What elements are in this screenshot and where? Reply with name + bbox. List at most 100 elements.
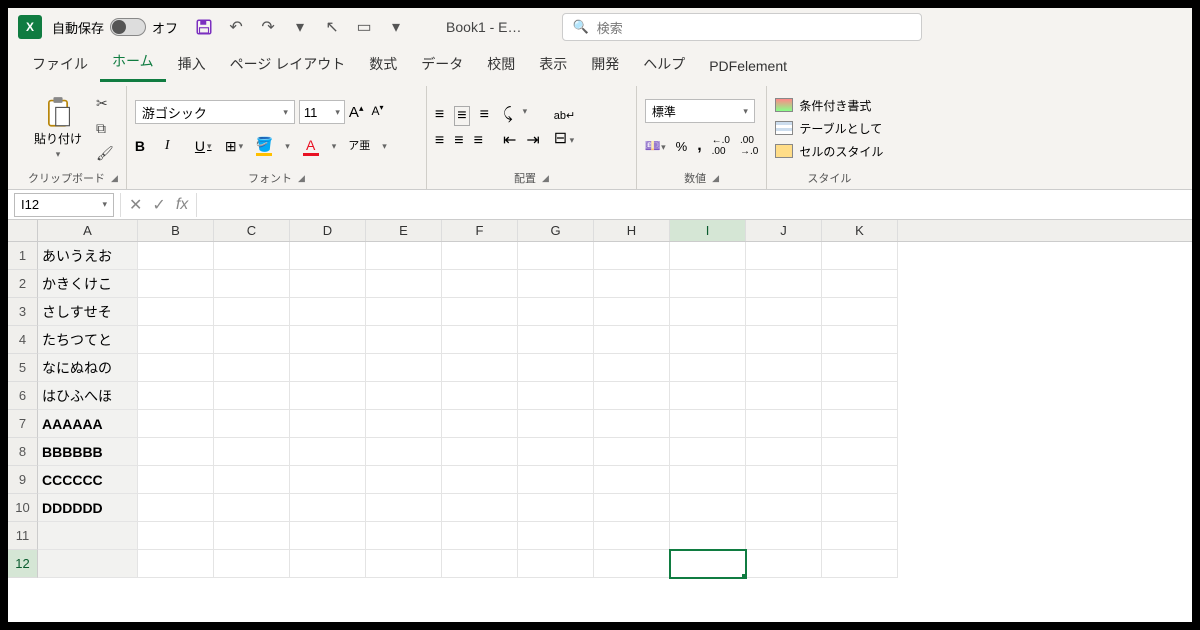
cell[interactable] — [214, 298, 290, 326]
row-header[interactable]: 9 — [8, 466, 38, 494]
cell[interactable] — [518, 438, 594, 466]
cell[interactable] — [670, 242, 746, 270]
cell[interactable] — [38, 522, 138, 550]
format-table-button[interactable]: テーブルとして — [775, 120, 883, 137]
cell[interactable] — [138, 354, 214, 382]
cell[interactable] — [138, 522, 214, 550]
cell[interactable] — [518, 298, 594, 326]
column-header[interactable]: B — [138, 220, 214, 241]
row-header[interactable]: 6 — [8, 382, 38, 410]
format-painter-icon[interactable]: 🖌 — [96, 145, 114, 162]
cell[interactable] — [214, 522, 290, 550]
cell[interactable] — [290, 494, 366, 522]
cell[interactable] — [822, 466, 898, 494]
cell-styles-button[interactable]: セルのスタイル — [775, 143, 883, 160]
column-header[interactable]: C — [214, 220, 290, 241]
save-icon[interactable] — [194, 17, 214, 37]
column-header[interactable]: I — [670, 220, 746, 241]
cell[interactable] — [442, 326, 518, 354]
cell[interactable] — [138, 270, 214, 298]
cell[interactable] — [594, 354, 670, 382]
paste-button[interactable]: 貼り付け ▾ — [28, 94, 88, 162]
toggle-icon[interactable] — [110, 18, 146, 36]
row-header[interactable]: 4 — [8, 326, 38, 354]
increase-decimal-icon[interactable]: ←.0.00 — [712, 135, 730, 157]
formula-input[interactable] — [197, 193, 1192, 217]
cell[interactable] — [670, 438, 746, 466]
cell[interactable] — [290, 522, 366, 550]
indent-increase-icon[interactable]: ⇥ — [526, 130, 539, 150]
underline-button[interactable]: U ▾ — [195, 138, 213, 154]
row-header[interactable]: 5 — [8, 354, 38, 382]
cell[interactable] — [366, 494, 442, 522]
cell[interactable] — [214, 270, 290, 298]
copy-icon[interactable]: ⧉ — [96, 120, 114, 137]
cell[interactable] — [366, 354, 442, 382]
cell[interactable] — [366, 242, 442, 270]
spreadsheet-grid[interactable]: ABCDEFGHIJK 1あいうえお2かきくけこ3さしすせそ4たちつてと5なにぬ… — [8, 220, 1192, 622]
cell[interactable] — [442, 550, 518, 578]
cell[interactable] — [442, 270, 518, 298]
cell[interactable] — [518, 522, 594, 550]
cell[interactable] — [290, 410, 366, 438]
cell[interactable] — [670, 354, 746, 382]
cell[interactable]: たちつてと — [38, 326, 138, 354]
cell[interactable]: かきくけこ — [38, 270, 138, 298]
cell[interactable] — [746, 550, 822, 578]
dialog-launcher-icon[interactable]: ◢ — [542, 173, 549, 184]
cell[interactable] — [138, 298, 214, 326]
tab-data[interactable]: データ — [409, 46, 475, 82]
cell[interactable] — [594, 270, 670, 298]
cell[interactable] — [594, 410, 670, 438]
cell[interactable] — [366, 550, 442, 578]
cell[interactable] — [366, 438, 442, 466]
decrease-decimal-icon[interactable]: .00→.0 — [740, 135, 758, 157]
percent-icon[interactable]: % — [676, 139, 688, 154]
cell[interactable] — [214, 326, 290, 354]
cell[interactable] — [746, 242, 822, 270]
undo-icon[interactable]: ↶ — [226, 17, 246, 37]
cell[interactable] — [746, 382, 822, 410]
cell[interactable] — [746, 522, 822, 550]
grow-font-icon[interactable]: A▴ — [349, 103, 364, 121]
font-color-button[interactable]: A — [302, 137, 320, 156]
cell[interactable] — [214, 438, 290, 466]
cell[interactable]: はひふへほ — [38, 382, 138, 410]
search-input[interactable]: 🔍 検索 — [562, 13, 922, 41]
cell[interactable] — [518, 410, 594, 438]
cell[interactable] — [822, 270, 898, 298]
cell[interactable] — [670, 466, 746, 494]
column-header[interactable]: D — [290, 220, 366, 241]
column-header[interactable]: H — [594, 220, 670, 241]
cell[interactable] — [518, 242, 594, 270]
column-header[interactable]: E — [366, 220, 442, 241]
align-top-icon[interactable]: ≡ — [435, 106, 444, 126]
redo-icon[interactable]: ↷ — [258, 17, 278, 37]
row-header[interactable]: 3 — [8, 298, 38, 326]
chevron-down-icon[interactable]: ▾ — [290, 17, 310, 37]
cell[interactable] — [138, 382, 214, 410]
cell[interactable]: あいうえお — [38, 242, 138, 270]
align-center-icon[interactable]: ≡ — [454, 132, 463, 150]
row-header[interactable]: 10 — [8, 494, 38, 522]
align-bottom-icon[interactable]: ≡ — [480, 106, 489, 126]
cell[interactable] — [746, 410, 822, 438]
number-format-select[interactable]: 標準▾ — [645, 99, 755, 123]
cell[interactable] — [594, 298, 670, 326]
border-button[interactable]: ⊞ ▾ — [225, 138, 243, 155]
cell[interactable] — [442, 410, 518, 438]
device-icon[interactable]: ▭ — [354, 17, 374, 37]
column-header[interactable]: K — [822, 220, 898, 241]
cell[interactable] — [138, 410, 214, 438]
tab-view[interactable]: 表示 — [527, 46, 579, 82]
cell[interactable] — [442, 242, 518, 270]
cell[interactable] — [822, 354, 898, 382]
fx-icon[interactable]: fx — [176, 196, 188, 214]
cell[interactable] — [746, 354, 822, 382]
cell[interactable] — [290, 270, 366, 298]
cell[interactable] — [594, 494, 670, 522]
cell[interactable]: なにぬねの — [38, 354, 138, 382]
cell[interactable] — [518, 270, 594, 298]
cell[interactable] — [822, 242, 898, 270]
cell[interactable] — [214, 242, 290, 270]
